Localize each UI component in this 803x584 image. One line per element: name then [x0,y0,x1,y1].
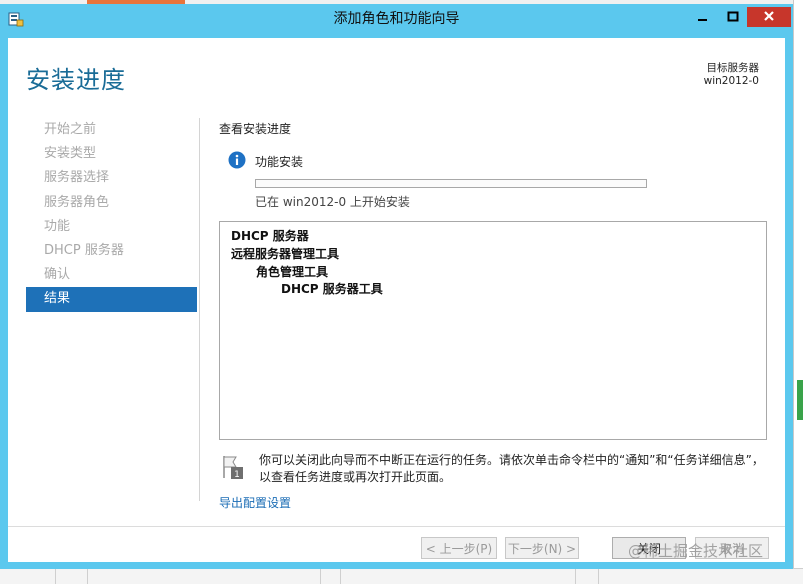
nav-item-dhcp-server[interactable]: DHCP 服务器 [26,239,197,263]
background-window-edge-right [793,0,803,583]
destination-server: 目标服务器 win2012-0 [704,62,759,88]
wizard-nav: 开始之前 安装类型 服务器选择 服务器角色 功能 DHCP 服务器 确认 结果 [26,118,197,312]
nav-divider [199,118,200,501]
nav-item-before-you-begin[interactable]: 开始之前 [26,118,197,142]
watermark: @稀土掘金技术社区 [628,542,764,560]
destination-server-name: win2012-0 [703,75,759,87]
footer-divider [8,526,785,527]
install-status-text: 已在 win2012-0 上开始安装 [255,195,410,209]
nav-item-server-selection[interactable]: 服务器选择 [26,166,197,190]
results-box: DHCP 服务器 远程服务器管理工具 角色管理工具 DHCP 服务器工具 [219,221,767,440]
next-button[interactable]: 下一步(N) > [505,537,579,559]
maximize-button[interactable] [718,7,747,27]
title-bar[interactable]: 添加角色和功能向导 [0,4,793,34]
background-taskbar-edge [0,568,803,584]
background-accent [797,380,803,420]
nav-item-server-roles[interactable]: 服务器角色 [26,191,197,215]
svg-text:1: 1 [234,470,240,480]
feature-install-label: 功能安装 [255,155,304,169]
result-item-rsat: 远程服务器管理工具 [231,247,340,261]
nav-item-installation-type[interactable]: 安装类型 [26,142,197,166]
info-icon [228,151,246,169]
wizard-content: 安装进度 目标服务器 win2012-0 开始之前 安装类型 服务器选择 服务器… [8,38,785,562]
export-config-link[interactable]: 导出配置设置 [219,494,291,511]
window-title: 添加角色和功能向导 [333,11,460,27]
close-icon [764,11,774,21]
close-window-button[interactable] [747,7,791,27]
destination-label: 目标服务器 [706,62,760,74]
minimize-button[interactable] [687,7,718,27]
section-label: 查看安装进度 [219,122,292,136]
wizard-window: 添加角色和功能向导 安装进度 目标服务器 win2012-0 开始之前 安装类型… [0,4,793,569]
close-wizard-note: 你可以关闭此向导而不中断正在运行的任务。请依次单击命令栏中的“通知”和“任务详细… [259,453,764,484]
install-progress-bar [255,179,647,188]
notification-flag-icon: 1 [222,454,244,480]
nav-item-results[interactable]: 结果 [26,287,197,312]
result-item-dhcp-server: DHCP 服务器 [231,229,309,243]
page-title: 安装进度 [26,66,126,94]
result-item-dhcp-tools: DHCP 服务器工具 [281,282,383,296]
minimize-icon [697,19,707,21]
maximize-icon [727,11,738,22]
nav-item-features[interactable]: 功能 [26,215,197,239]
previous-button[interactable]: < 上一步(P) [421,537,497,559]
result-item-role-admin-tools: 角色管理工具 [256,265,329,279]
nav-item-confirmation[interactable]: 确认 [26,263,197,287]
